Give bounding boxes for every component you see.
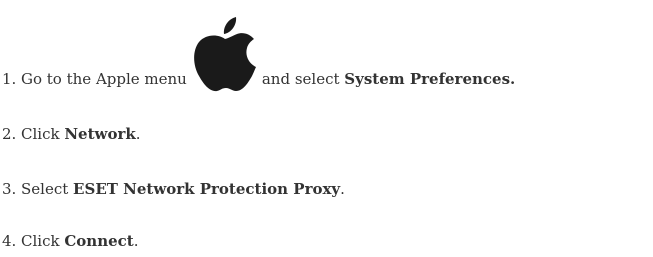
eset-proxy-label: ESET Network Protection Proxy	[73, 180, 341, 198]
step-3: 3. Select ESET Network Protection Proxy …	[2, 179, 345, 199]
step-2: 2. Click Network .	[2, 124, 141, 144]
step-number: 1.	[2, 70, 17, 88]
network-label: Network	[64, 125, 136, 143]
step-text-prefix: Click	[21, 125, 60, 143]
system-preferences-label: System Preferences.	[344, 70, 516, 88]
step-number: 4.	[2, 232, 17, 250]
instruction-steps: 1. Go to the Apple menu and select Syste…	[0, 0, 653, 257]
step-text-prefix: Select	[21, 180, 69, 198]
connect-label: Connect	[64, 232, 134, 250]
step-text-suffix: .	[135, 125, 141, 143]
step-text-suffix: .	[340, 180, 345, 198]
step-number: 2.	[2, 125, 17, 143]
step-1: 1. Go to the Apple menu and select Syste…	[2, 14, 516, 92]
step-text-middle: and select	[261, 70, 340, 88]
apple-logo-icon	[190, 17, 260, 92]
step-4: 4. Click Connect .	[2, 231, 139, 251]
step-text-prefix: Go to the Apple menu	[21, 70, 187, 88]
step-text-suffix: .	[133, 232, 139, 250]
step-text-prefix: Click	[21, 232, 60, 250]
step-number: 3.	[2, 180, 17, 198]
